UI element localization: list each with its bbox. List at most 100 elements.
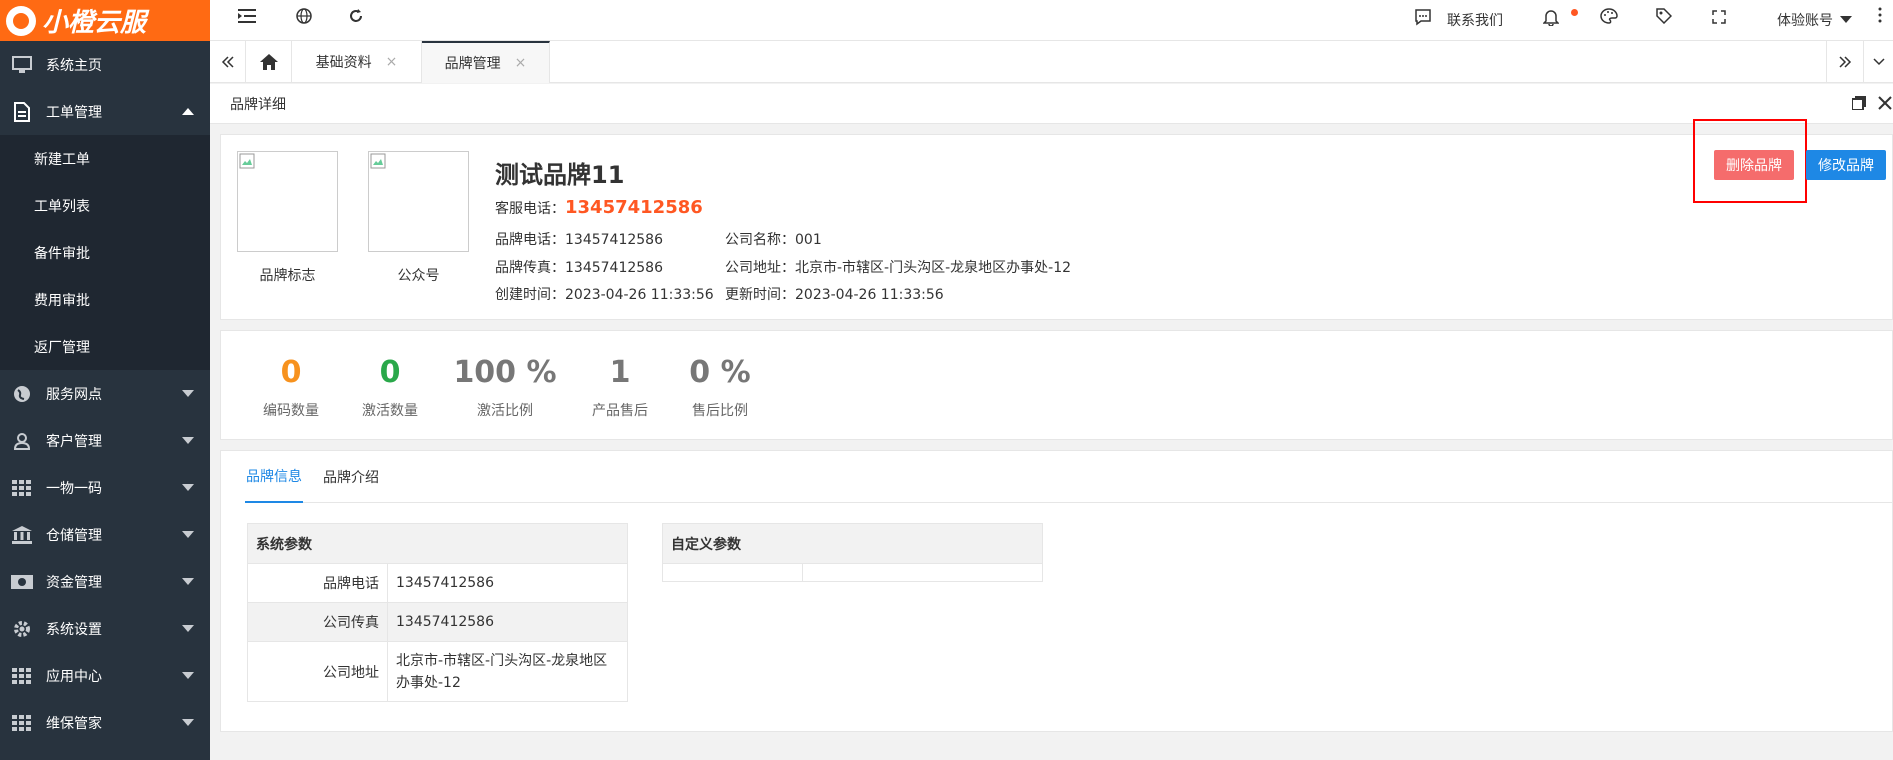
sidebar-subitem-order-list[interactable]: 工单列表 [0,182,210,229]
param-key: 公司地址 [247,641,388,702]
stat-after-sales-ratio: 0 % 售后比例 [665,355,775,420]
caret-down-icon [182,719,194,726]
sidebar-item-label: 系统设置 [46,621,102,638]
stat-label: 售后比例 [692,403,748,419]
sidebar-subitem-return-factory[interactable]: 返厂管理 [0,323,210,370]
tab-scroll-left[interactable] [210,41,246,83]
globe-icon [10,384,34,404]
topbar: 联系我们 体验账号 [210,0,1893,41]
double-chevron-left-icon [221,56,234,68]
sidebar-item-label: 仓储管理 [46,527,102,544]
grid-icon [10,666,34,686]
close-icon[interactable] [1878,96,1892,114]
table-row: 公司传真 13457412586 [247,602,628,642]
created-time-value: 2023-04-26 11:33:56 [565,287,714,303]
close-icon[interactable]: × [515,55,527,71]
brand-header-panel: 品牌标志 公众号 测试品牌11 客服电话：13457412586 品牌电话：13… [220,119,1893,320]
qr-code-label: 公众号 [397,268,440,284]
tab-home[interactable] [246,41,292,83]
money-icon [10,572,34,592]
more-vertical-icon[interactable] [1878,7,1882,28]
tab-basic-data[interactable]: 基础资料 × [292,41,422,83]
qr-code-image[interactable] [368,151,469,252]
grid-icon [10,478,34,498]
tab-brand-intro[interactable]: 品牌介绍 [321,451,381,503]
page-title: 品牌详细 [230,96,286,113]
sidebar-item-label: 维保管家 [46,715,102,732]
account-menu[interactable]: 体验账号 [1777,10,1833,30]
home-icon [259,54,278,70]
sidebar-item-one-code[interactable]: 一物一码 [0,464,210,511]
tag-icon[interactable] [1656,8,1673,29]
tab-scroll-right[interactable] [1826,41,1864,83]
chevron-down-icon [1872,58,1885,66]
sidebar-item-label: 系统主页 [46,57,102,74]
tab-brand-management[interactable]: 品牌管理 × [422,41,550,83]
chat-icon[interactable] [1414,8,1432,31]
close-icon[interactable]: × [386,54,398,70]
caret-down-icon [182,531,194,538]
bell-icon[interactable] [1542,8,1560,31]
tab-bar: 基础资料 × 品牌管理 × [210,41,1893,83]
param-key: 品牌电话 [247,563,388,603]
sidebar-item-warehouse[interactable]: 仓储管理 [0,511,210,558]
palette-icon[interactable] [1600,8,1618,29]
company-address-value: 北京市-市辖区-门头沟区-龙泉地区办事处-12 [795,260,1072,276]
menu-toggle-icon[interactable] [238,8,256,29]
stat-after-sales: 1 产品售后 [565,355,675,420]
sidebar-item-funds[interactable]: 资金管理 [0,558,210,605]
stat-label: 激活数量 [362,403,418,419]
brand-logo-image[interactable] [237,151,338,252]
brand-phone-value: 13457412586 [565,232,663,248]
bank-icon [10,525,34,545]
edit-brand-button[interactable]: 修改品牌 [1806,150,1886,180]
stat-value: 0 % [689,355,751,390]
brand-info-panel: 品牌信息 品牌介绍 系统参数 品牌电话 13457412586 公司传真 134… [220,450,1893,732]
broken-image-icon [239,153,255,169]
stats-panel: 0 编码数量 0 激活数量 100 % 激活比例 1 产品售后 0 % 售后比例 [220,330,1893,440]
sidebar-item-home[interactable]: 系统主页 [0,41,210,88]
sidebar-subitem-new-order[interactable]: 新建工单 [0,135,210,182]
sidebar-item-app-center[interactable]: 应用中心 [0,652,210,699]
caret-down-icon [182,578,194,585]
sidebar-item-maintenance[interactable]: 维保管家 [0,699,210,746]
caret-down-icon [182,390,194,397]
breadcrumb: 品牌详细 [210,84,1893,124]
caret-down-icon [1840,16,1852,23]
sidebar-item-workorder[interactable]: 工单管理 [0,88,210,135]
sidebar-item-service-points[interactable]: 服务网点 [0,370,210,417]
contact-us-link[interactable]: 联系我们 [1447,10,1503,30]
service-phone-value: 13457412586 [565,197,703,218]
tab-menu-dropdown[interactable] [1864,41,1893,83]
param-value: 北京市-市辖区-门头沟区-龙泉地区办事处-12 [387,641,628,702]
restore-window-icon[interactable] [1851,96,1866,114]
brand-logo-text: 小橙云服 [42,8,147,38]
brand-name: 测试品牌11 [495,161,625,189]
refresh-icon[interactable] [348,8,364,29]
stat-label: 产品售后 [592,403,648,419]
globe-icon[interactable] [296,8,312,29]
sidebar-item-settings[interactable]: 系统设置 [0,605,210,652]
stat-label: 编码数量 [263,403,319,419]
tab-brand-info[interactable]: 品牌信息 [245,451,303,503]
param-value: 13457412586 [387,563,628,603]
sidebar-subitem-fee-approval[interactable]: 费用审批 [0,276,210,323]
company-name-label: 公司名称： [725,232,795,248]
updated-time-row: 更新时间：2023-04-26 11:33:56 [725,284,944,304]
fullscreen-icon[interactable] [1712,8,1726,29]
caret-down-icon [182,484,194,491]
user-icon [10,431,34,451]
sidebar-item-customers[interactable]: 客户管理 [0,417,210,464]
brand-fax-row: 品牌传真：13457412586 [495,257,663,277]
table-row: 公司地址 北京市-市辖区-门头沟区-龙泉地区办事处-12 [247,641,628,702]
tab-label: 基础资料 [315,55,372,71]
brand-logo[interactable]: 小橙云服 [0,0,210,41]
system-params-table: 系统参数 品牌电话 13457412586 公司传真 13457412586 公… [247,523,628,702]
gear-icon [10,619,34,639]
tab-label: 品牌管理 [444,56,501,72]
param-key [662,563,803,582]
delete-brand-button[interactable]: 删除品牌 [1714,150,1794,180]
param-value [802,563,1043,582]
sidebar-subitem-parts-approval[interactable]: 备件审批 [0,229,210,276]
company-name-value: 001 [795,232,822,248]
